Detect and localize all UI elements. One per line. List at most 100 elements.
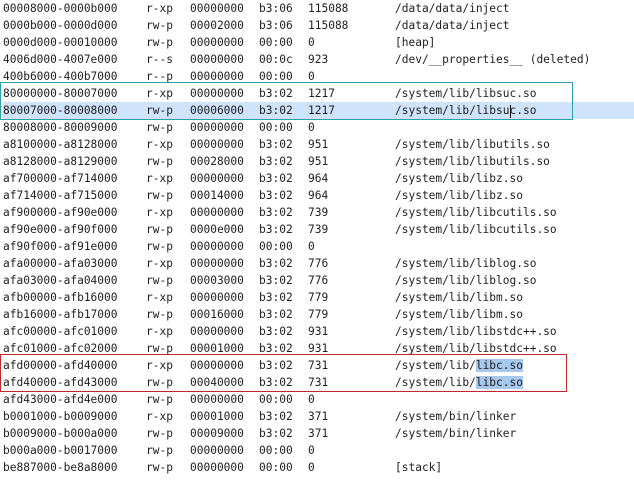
pathname: /system/lib/libutils.so — [395, 155, 550, 168]
offset: 00000000 — [190, 444, 244, 457]
inode: 779 — [308, 308, 329, 321]
map-line[interactable]: a8128000-a8129000 rw-p 00028000 b3:02 951/sy… — [3, 153, 634, 170]
text-cursor — [509, 104, 511, 118]
device: 00:00 — [259, 393, 293, 406]
map-line[interactable]: afc01000-afc02000 rw-p 00001000 b3:02 931/sy… — [3, 340, 634, 357]
address-range: af90f000-af91e000 — [3, 240, 118, 253]
pathname: /system/lib/libstdc++.so — [395, 325, 557, 338]
map-line[interactable]: a8100000-a8128000 r-xp 00000000 b3:02 951/sy… — [3, 136, 634, 153]
inode: 0 — [308, 121, 315, 134]
offset: 00000000 — [190, 240, 244, 253]
permissions: rw-p — [146, 223, 173, 236]
pathname: /system/lib/libm.so — [395, 308, 523, 321]
map-line[interactable]: afd43000-afd4e000 rw-p 00000000 00:00 0 — [3, 391, 634, 408]
map-line[interactable]: afb00000-afb16000 r-xp 00000000 b3:02 779/sy… — [3, 289, 634, 306]
offset: 00003000 — [190, 274, 244, 287]
inode: 115088 — [308, 2, 349, 15]
offset: 00000000 — [190, 121, 244, 134]
map-line[interactable]: af900000-af90e000 r-xp 00000000 b3:02 739/sy… — [3, 204, 634, 221]
map-line[interactable]: afa00000-afa03000 r-xp 00000000 b3:02 776/sy… — [3, 255, 634, 272]
map-line[interactable]: 0000d000-00010000 rw-p 00000000 00:00 0 [heap… — [3, 34, 634, 51]
address-range: a8100000-a8128000 — [3, 138, 118, 151]
map-line[interactable]: b0001000-b0009000 r-xp 00001000 b3:02 371/sy… — [3, 408, 634, 425]
device: b3:02 — [259, 87, 293, 100]
permissions: r-xp — [146, 87, 173, 100]
map-line[interactable]: af90f000-af91e000 rw-p 00000000 00:00 0 — [3, 238, 634, 255]
search-match-highlight: libc.so — [475, 376, 523, 389]
pathname: /system/lib/libstdc++.so — [395, 342, 557, 355]
map-line[interactable]: b000a000-b0017000 rw-p 00000000 00:00 0 — [3, 442, 634, 459]
offset: 00000000 — [190, 206, 244, 219]
offset: 00000000 — [190, 172, 244, 185]
device: 00:00 — [259, 240, 293, 253]
map-line[interactable]: af700000-af714000 r-xp 00000000 b3:02 964/sy… — [3, 170, 634, 187]
device: b3:06 — [259, 2, 293, 15]
offset: 00040000 — [190, 376, 244, 389]
offset: 00016000 — [190, 308, 244, 321]
pathname: /system/lib/libc.so — [395, 376, 523, 389]
pathname: /system/lib/libz.so — [395, 172, 523, 185]
map-line[interactable]: 00008000-0000b000 r-xp 00000000 b3:06 115088… — [3, 0, 634, 17]
offset: 00014000 — [190, 189, 244, 202]
map-line[interactable]: 400b6000-400b7000 r--p 00000000 00:00 0 — [3, 68, 634, 85]
map-line[interactable]: 4006d000-4007e000 r--s 00000000 00:0c 923/de… — [3, 51, 634, 68]
address-range: b000a000-b0017000 — [3, 444, 118, 457]
pathname: /system/lib/libcutils.so — [395, 223, 557, 236]
device: b3:02 — [259, 427, 293, 440]
map-line[interactable]: afd40000-afd43000 rw-p 00040000 b3:02 731/sy… — [3, 374, 634, 391]
offset: 00000000 — [190, 36, 244, 49]
device: b3:02 — [259, 257, 293, 270]
inode: 923 — [308, 53, 329, 66]
address-range: af900000-af90e000 — [3, 206, 118, 219]
address-range: afc01000-afc02000 — [3, 342, 118, 355]
map-line[interactable]: 0000b000-0000d000 rw-p 00002000 b3:06 115088… — [3, 17, 634, 34]
map-line[interactable]: af714000-af715000 rw-p 00014000 b3:02 964/sy… — [3, 187, 634, 204]
address-range: 80007000-80008000 — [3, 104, 118, 117]
offset: 00000000 — [190, 70, 244, 83]
permissions: rw-p — [146, 308, 173, 321]
inode: 951 — [308, 138, 329, 151]
pathname: [stack] — [395, 461, 443, 474]
map-line[interactable]: 80007000-80008000 rw-p 00006000 b3:02 1217/s… — [3, 102, 634, 119]
address-range: b0001000-b0009000 — [3, 410, 118, 423]
permissions: r--s — [146, 53, 173, 66]
inode: 731 — [308, 359, 329, 372]
inode: 739 — [308, 206, 329, 219]
inode: 964 — [308, 172, 329, 185]
inode: 931 — [308, 342, 329, 355]
device: b3:02 — [259, 206, 293, 219]
map-line[interactable]: afd00000-afd40000 r-xp 00000000 b3:02 731/sy… — [3, 357, 634, 374]
address-range: afa00000-afa03000 — [3, 257, 118, 270]
map-line[interactable]: afb16000-afb17000 rw-p 00016000 b3:02 779/sy… — [3, 306, 634, 323]
map-line[interactable]: b0009000-b000a000 rw-p 00009000 b3:02 371/sy… — [3, 425, 634, 442]
inode: 739 — [308, 223, 329, 236]
pathname: /system/lib/libsuc.so — [395, 104, 537, 118]
pathname: /system/lib/liblog.so — [395, 257, 537, 270]
pathname: /system/lib/libz.so — [395, 189, 523, 202]
inode: 0 — [308, 393, 315, 406]
inode: 776 — [308, 257, 329, 270]
pathname: /system/lib/libsuc.so — [395, 87, 537, 100]
map-line[interactable]: 80008000-80009000 rw-p 00000000 00:00 0 — [3, 119, 634, 136]
map-line[interactable]: be887000-be8a8000 rw-p 00000000 00:00 0 [stac… — [3, 459, 634, 476]
map-line[interactable]: 80000000-80007000 r-xp 00000000 b3:02 1217/s… — [3, 85, 634, 102]
device: b3:02 — [259, 325, 293, 338]
offset: 00000000 — [190, 257, 244, 270]
address-range: af90e000-af90f000 — [3, 223, 118, 236]
permissions: r-xp — [146, 410, 173, 423]
permissions: r-xp — [146, 359, 173, 372]
device: b3:02 — [259, 308, 293, 321]
address-range: 400b6000-400b7000 — [3, 70, 118, 83]
map-line[interactable]: afa03000-afa04000 rw-p 00003000 b3:02 776/sy… — [3, 272, 634, 289]
address-range: 80000000-80007000 — [3, 87, 118, 100]
map-line[interactable]: af90e000-af90f000 rw-p 0000e000 b3:02 739/sy… — [3, 221, 634, 238]
address-range: afd00000-afd40000 — [3, 359, 118, 372]
pathname: [heap] — [395, 36, 436, 49]
address-range: 4006d000-4007e000 — [3, 53, 118, 66]
offset: 00000000 — [190, 461, 244, 474]
permissions: rw-p — [146, 393, 173, 406]
offset: 00000000 — [190, 359, 244, 372]
offset: 00000000 — [190, 291, 244, 304]
permissions: r-xp — [146, 291, 173, 304]
map-line[interactable]: afc00000-afc01000 r-xp 00000000 b3:02 931/sy… — [3, 323, 634, 340]
